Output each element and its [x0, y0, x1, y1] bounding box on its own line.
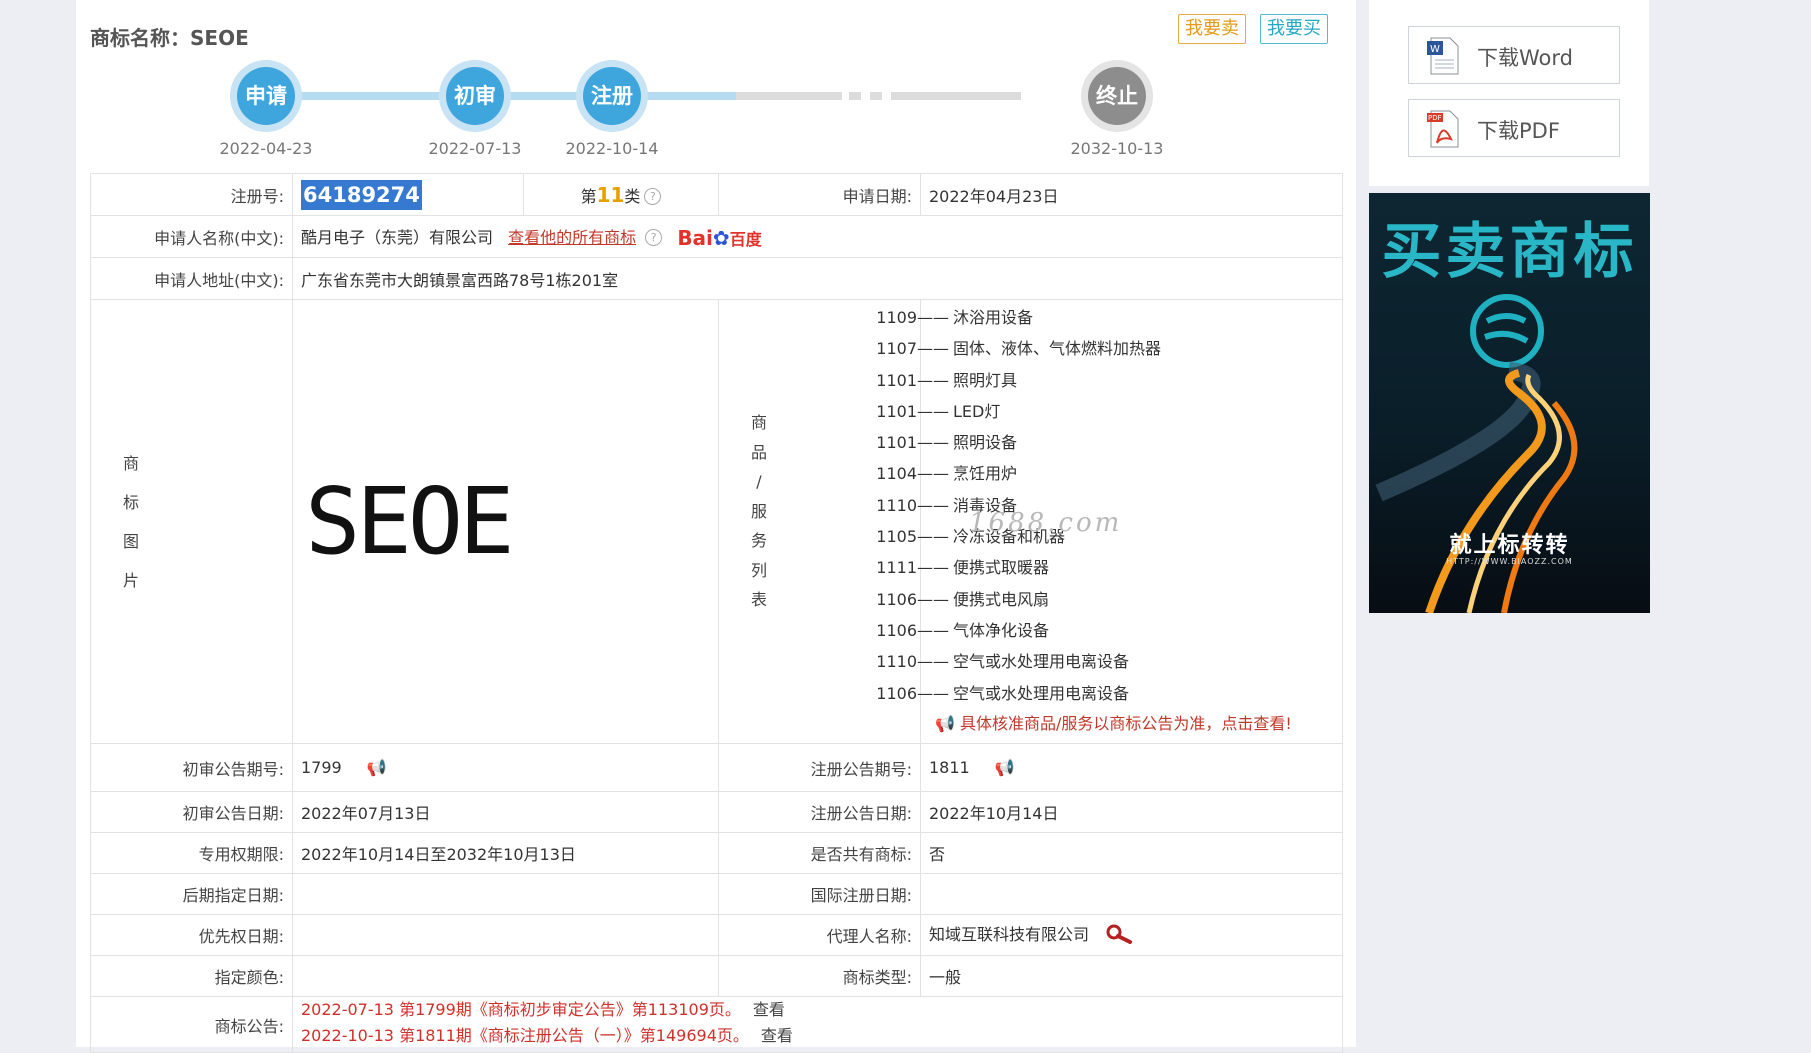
timeline-pending-line — [736, 92, 842, 100]
watermark: 1688.com — [969, 508, 1123, 538]
ad-subtitle: 就上标转转 — [1449, 533, 1570, 558]
applicant-label: 申请人名称(中文): — [90, 215, 293, 258]
applicant-value: 酷月电子（东莞）有限公司 — [301, 227, 494, 247]
sell-button[interactable]: 我要卖 — [1178, 14, 1246, 44]
type-value: 一般 — [920, 955, 1343, 997]
type-label: 商标类型: — [718, 955, 921, 997]
goods-item: 1106—— 便携式电风扇 — [876, 589, 1050, 609]
word-file-icon: W — [1423, 36, 1463, 80]
color-value — [292, 955, 719, 997]
status-timeline: 申请 初审 注册 终止 2022-04-23 2022-07-13 2022-1… — [76, 55, 1356, 165]
prelim-date-value: 2022年07月13日 — [292, 791, 719, 833]
goods-item: 1101—— LED灯 — [876, 401, 1001, 421]
baidu-search-icon[interactable]: Bai✿百度 — [677, 226, 761, 250]
advertisement-banner[interactable]: 买卖商标 就上标转转 HTTP://WWW.BIAOZZ.COM — [1369, 193, 1650, 613]
goods-notice-link[interactable]: 📢 具体核准商品/服务以商标公告为准，点击查看! — [849, 709, 1334, 739]
shared-value: 否 — [920, 832, 1343, 874]
timeline-date-terminate: 2032-10-13 — [1070, 139, 1164, 158]
priority-value — [292, 914, 719, 956]
download-word-button[interactable]: W 下载Word — [1408, 26, 1620, 84]
help-icon[interactable]: ? — [644, 187, 662, 205]
goods-item: 1106—— 空气或水处理用电离设备 — [876, 683, 1130, 703]
exclusive-label: 专用权期限: — [90, 832, 293, 874]
mark-image-text: SEOE — [305, 468, 515, 575]
agent-value: 知域互联科技有限公司 — [929, 925, 1090, 945]
timeline-node-apply: 申请 — [230, 60, 302, 132]
trademark-detail-card: 商标名称：SEOE 我要卖 我要买 申请 初审 注册 终止 2022-04-23… — [76, 0, 1356, 1053]
prelim-no-label: 初审公告期号: — [90, 743, 293, 792]
timeline-node-terminate: 终止 — [1081, 60, 1153, 132]
search-icon[interactable] — [1104, 923, 1134, 949]
prelim-no-value: 1799 — [301, 758, 342, 777]
timeline-date-prelim: 2022-07-13 — [428, 139, 522, 158]
svg-text:W: W — [1430, 44, 1440, 55]
timeline-pending-line — [891, 92, 1021, 100]
reg-ann-date-value: 2022年10月14日 — [920, 791, 1343, 833]
goods-list: 1688.com 1109—— 沐浴用设备 1107—— 固体、液体、气体燃料加热器 1… — [876, 299, 1343, 744]
reg-no-value: 64189274 — [301, 179, 422, 210]
megaphone-icon[interactable]: 📢 — [367, 758, 387, 777]
address-label: 申请人地址(中文): — [90, 257, 293, 300]
download-pdf-button[interactable]: PDF 下载PDF — [1408, 99, 1620, 157]
announcement-item[interactable]: 2022-07-13 第1799期《商标初步审定公告》第113109页。 查看 — [301, 997, 1334, 1023]
buy-button[interactable]: 我要买 — [1260, 14, 1328, 44]
later-date-value — [292, 873, 719, 915]
announcement-item[interactable]: 2022-10-13 第1811期《商标注册公告（一）》第149694页。 查看 — [301, 1023, 1334, 1049]
mark-image-label: 商 标 图 片 — [90, 299, 293, 744]
class-number: 11 — [596, 182, 625, 207]
trademark-info-table: 注册号: 64189274 第11类? 申请日期: 2022年04月23日 申请… — [90, 173, 1343, 1053]
timeline-node-prelim: 初审 — [439, 60, 511, 132]
class-cell: 第11类? — [523, 173, 719, 216]
all-marks-link[interactable]: 查看他的所有商标 — [508, 228, 636, 247]
reg-no-label: 注册号: — [90, 173, 293, 216]
megaphone-icon[interactable]: 📢 — [995, 758, 1015, 777]
reg-ann-no-label: 注册公告期号: — [718, 743, 921, 792]
reg-ann-date-label: 注册公告日期: — [718, 791, 921, 833]
goods-item: 1101—— 照明设备 — [876, 433, 1018, 453]
priority-label: 优先权日期: — [90, 914, 293, 956]
trademark-title: 商标名称：SEOE — [90, 26, 249, 50]
apply-date-label: 申请日期: — [718, 173, 921, 216]
goods-item: 1101—— 照明灯具 — [876, 370, 1018, 390]
goods-item: 1107—— 固体、液体、气体燃料加热器 — [876, 339, 1162, 359]
mark-image: SEOE — [292, 299, 719, 744]
agent-label: 代理人名称: — [718, 914, 921, 956]
announcement-label: 商标公告: — [90, 996, 293, 1053]
timeline-date-apply: 2022-04-23 — [219, 139, 313, 158]
help-icon[interactable]: ? — [645, 228, 663, 246]
timeline-gap-dot — [849, 92, 861, 100]
exclusive-value: 2022年10月14日至2032年10月13日 — [292, 832, 719, 874]
goods-item: 1106—— 气体净化设备 — [876, 620, 1050, 640]
goods-item: 1104—— 烹饪用炉 — [876, 464, 1018, 484]
timeline-gap-dot — [870, 92, 882, 100]
goods-item: 1111—— 便携式取暖器 — [876, 558, 1050, 578]
timeline-date-register: 2022-10-14 — [565, 139, 659, 158]
reg-ann-no-value: 1811 — [929, 758, 970, 777]
megaphone-icon: 📢 — [935, 713, 955, 733]
intl-date-label: 国际注册日期: — [718, 873, 921, 915]
prelim-date-label: 初审公告日期: — [90, 791, 293, 833]
download-panel: W 下载Word PDF 下载PDF — [1369, 0, 1649, 186]
intl-date-value — [920, 873, 1343, 915]
color-label: 指定颜色: — [90, 955, 293, 997]
ad-url: HTTP://WWW.BIAOZZ.COM — [1446, 557, 1573, 566]
pdf-file-icon: PDF — [1423, 109, 1463, 153]
timeline-node-register: 注册 — [576, 60, 648, 132]
svg-text:PDF: PDF — [1428, 114, 1442, 122]
later-date-label: 后期指定日期: — [90, 873, 293, 915]
goods-item: 1109—— 沐浴用设备 — [876, 308, 1034, 327]
goods-item: 1110—— 空气或水处理用电离设备 — [876, 652, 1130, 672]
shared-label: 是否共有商标: — [718, 832, 921, 874]
address-value: 广东省东莞市大朗镇景富西路78号1栋201室 — [292, 257, 1343, 300]
apply-date-value: 2022年04月23日 — [920, 173, 1343, 216]
